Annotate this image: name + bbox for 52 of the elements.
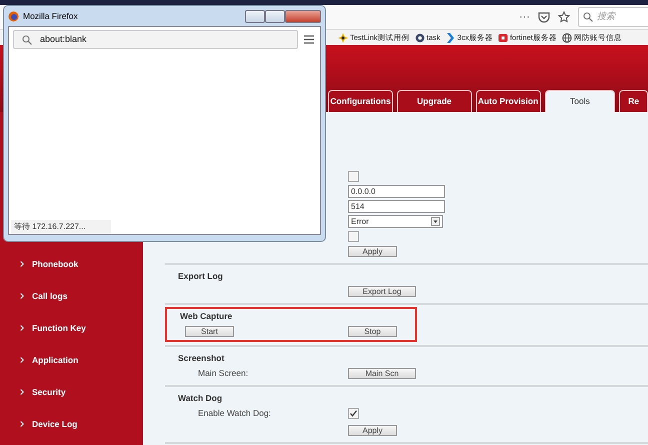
chevron-icon bbox=[20, 389, 24, 395]
dropdown[interactable]: Error bbox=[348, 215, 443, 228]
field-label: Main Screen: bbox=[198, 368, 248, 378]
url-text: about:blank bbox=[40, 32, 88, 46]
sidebar-item[interactable]: Application bbox=[32, 354, 78, 366]
nav-tab[interactable]: Auto Provision bbox=[476, 90, 541, 112]
sidebar-item[interactable]: Call logs bbox=[32, 290, 68, 302]
caret-icon bbox=[431, 217, 440, 226]
sidebar-item[interactable]: Phonebook bbox=[32, 258, 78, 270]
text-field[interactable]: 514 bbox=[348, 200, 445, 213]
text-field[interactable]: 0.0.0.0 bbox=[348, 185, 445, 198]
chevron-icon bbox=[20, 293, 24, 299]
close-button[interactable] bbox=[285, 10, 321, 22]
search-placeholder: 搜索 bbox=[597, 10, 615, 24]
pocket-icon[interactable] bbox=[538, 12, 550, 22]
nav-tab[interactable]: Upgrade bbox=[397, 90, 472, 112]
status-text: 等待 172.16.7.227... bbox=[11, 220, 111, 234]
search-icon bbox=[583, 12, 593, 22]
action-button[interactable]: Apply bbox=[348, 425, 397, 436]
minimize-button[interactable] bbox=[245, 10, 265, 22]
section-heading: Screenshot bbox=[177, 352, 226, 365]
sidebar-item[interactable]: Device Log bbox=[32, 418, 78, 430]
checkbox[interactable] bbox=[348, 171, 359, 182]
search-icon bbox=[22, 34, 32, 44]
action-button[interactable]: Apply bbox=[348, 246, 397, 257]
chevron-icon bbox=[20, 261, 24, 267]
action-button[interactable]: Main Scn bbox=[348, 368, 416, 379]
action-button[interactable]: Start bbox=[185, 326, 234, 338]
action-button[interactable]: Stop bbox=[348, 326, 397, 337]
sidebar-item[interactable]: Function Key bbox=[32, 322, 86, 334]
star-icon[interactable] bbox=[558, 11, 570, 23]
field-label: Enable Watch Dog: bbox=[198, 408, 271, 418]
nav-tab[interactable]: Tools bbox=[544, 90, 616, 112]
chevron-icon bbox=[20, 421, 24, 427]
chevron-icon bbox=[445, 32, 456, 42]
globe-icon bbox=[562, 32, 572, 42]
more-menu[interactable]: ··· bbox=[519, 8, 530, 26]
section-heading: Export Log bbox=[177, 270, 224, 283]
nav-tab[interactable]: Configurations bbox=[328, 90, 393, 112]
sidebar-item[interactable]: Security bbox=[32, 386, 66, 398]
nav-tab[interactable]: Re bbox=[619, 90, 648, 112]
address-bar[interactable]: about:blank bbox=[13, 30, 298, 49]
section-heading: Web Capture bbox=[179, 310, 234, 323]
window-title: Mozilla Firefox bbox=[23, 10, 79, 22]
checkbox[interactable] bbox=[348, 231, 359, 242]
section-heading: Watch Dog bbox=[177, 392, 224, 405]
action-button[interactable]: Export Log bbox=[348, 286, 416, 297]
chevron-icon bbox=[20, 325, 24, 331]
chevron-icon bbox=[20, 357, 24, 363]
menu-icon[interactable] bbox=[304, 35, 314, 44]
checkbox[interactable] bbox=[348, 408, 359, 419]
maximize-button[interactable] bbox=[265, 10, 285, 22]
